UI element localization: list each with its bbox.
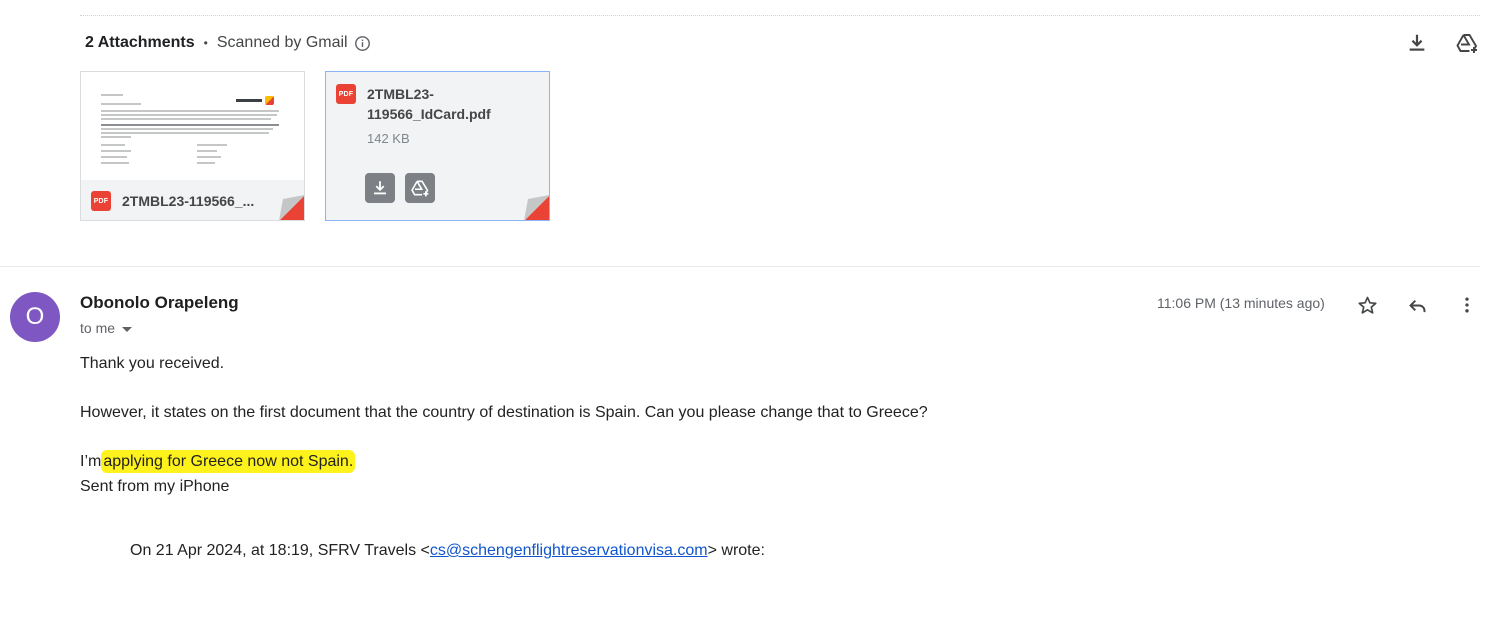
page-fold-icon [279,195,304,220]
attachment-footer: PDF 2TMBL23-119566_... [81,180,304,220]
document-preview [81,72,304,180]
reply-icon[interactable] [1404,292,1430,318]
quoted-email-link[interactable]: cs@schengenflightreservationvisa.com [430,542,708,559]
pdf-icon: PDF [91,191,111,211]
attachments-count: 2 Attachments [85,34,195,51]
separator-dot: • [203,36,208,50]
scanned-by-gmail: Scanned by Gmail [216,34,348,51]
attachments-header: 2 Attachments • Scanned by Gmail [85,32,371,54]
message-line-2: However, it states on the first document… [80,404,928,421]
message-divider [0,266,1480,267]
attachment-name: 2TMBL23- 119566_IdCard.pdf [367,86,491,122]
attachment-card-1[interactable]: PDF 2TMBL23-119566_... [80,71,305,221]
attachment-size: 142 KB [367,131,410,146]
message-line-3-prefix: I’m [80,453,102,470]
message-line-3: I’m applying for Greece now not Spain. [80,450,356,473]
page-fold-icon [524,195,549,220]
quoted-header: On 21 Apr 2024, at 18:19, SFRV Travels <… [130,542,765,560]
sender-name[interactable]: Obonolo Orapeleng [80,293,239,313]
top-divider [80,15,1480,16]
recipient-label: to me [80,320,116,336]
chevron-down-icon [122,326,133,332]
message-line-1: Thank you received. [80,355,225,372]
download-button[interactable] [365,173,395,203]
highlighted-text: applying for Greece now not Spain. [101,450,356,473]
quoted-header-suffix: > wrote: [707,542,765,559]
download-all-icon[interactable] [1404,30,1430,56]
recipient-details-toggle[interactable]: to me [80,320,133,336]
message-signature: Sent from my iPhone [80,478,230,495]
pdf-icon: PDF [336,84,356,104]
document-logo [236,96,276,105]
add-to-drive-button[interactable] [405,173,435,203]
info-icon[interactable] [354,35,371,52]
avatar[interactable]: O [10,292,60,342]
quoted-header-prefix: On 21 Apr 2024, at 18:19, SFRV Travels < [130,542,430,559]
more-vert-icon[interactable] [1454,292,1480,318]
attachment-name: 2TMBL23-119566_... [122,193,255,209]
message-timestamp: 11:06 PM (13 minutes ago) [1157,295,1325,311]
star-icon[interactable] [1354,292,1380,318]
attachment-card-2[interactable]: PDF 2TMBL23- 119566_IdCard.pdf 142 KB [325,71,550,221]
add-all-to-drive-icon[interactable] [1454,30,1480,56]
